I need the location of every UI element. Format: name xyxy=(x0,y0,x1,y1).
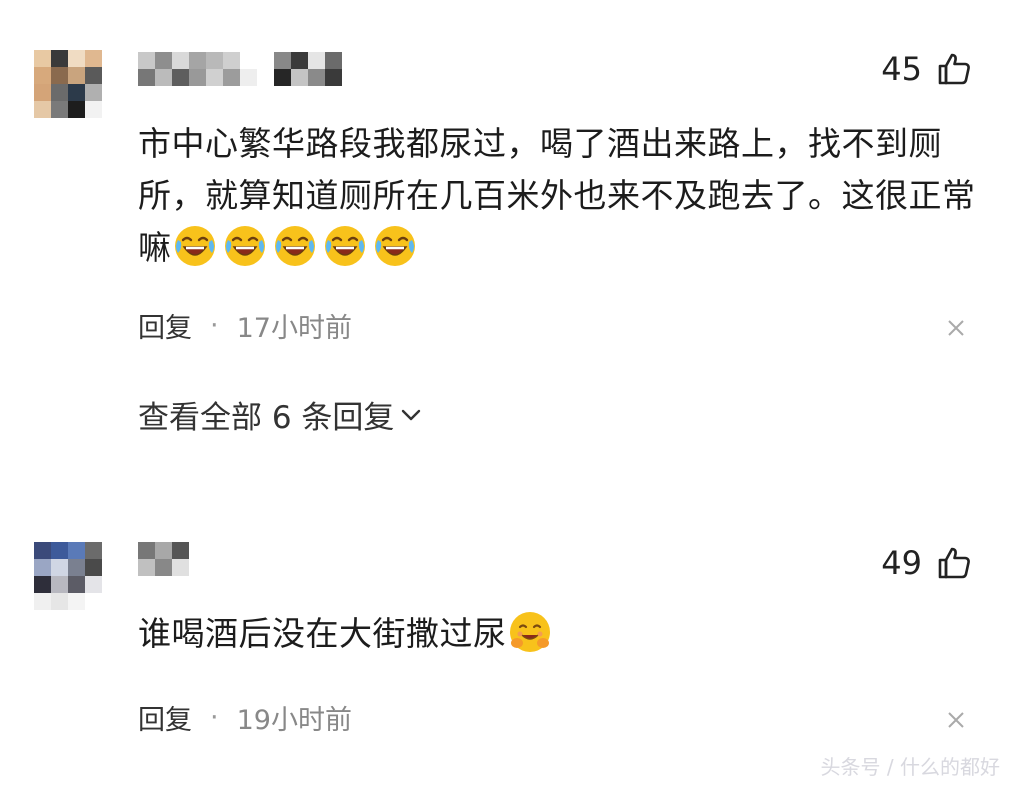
separator-dot: · xyxy=(210,702,219,733)
comment-text: 市中心繁华路段我都尿过，喝了酒出来路上，找不到厕所，就算知道厕所在几百米外也来不… xyxy=(138,124,976,267)
username-blurred[interactable] xyxy=(138,542,189,576)
close-icon[interactable] xyxy=(946,318,966,338)
laughing-crying-emoji xyxy=(324,226,365,266)
avatar[interactable] xyxy=(34,542,102,610)
comment-text: 谁喝酒后没在大街撒过尿 xyxy=(138,608,988,660)
like-count: 45 xyxy=(881,50,922,88)
timestamp: 19小时前 xyxy=(236,705,352,736)
separator-dot: · xyxy=(210,310,219,341)
chevron-down-icon xyxy=(402,409,421,420)
emoji-group xyxy=(172,226,422,267)
comment-meta: 回复 · 19小时前 xyxy=(138,698,352,737)
laughing-crying-emoji xyxy=(224,226,265,266)
like-area: 45 xyxy=(881,50,972,88)
close-icon[interactable] xyxy=(946,710,966,730)
username-blurred[interactable] xyxy=(138,52,342,86)
view-all-replies-button[interactable]: 查看全部 6 条回复 xyxy=(138,392,422,437)
comment-meta: 回复 · 17小时前 xyxy=(138,306,352,345)
hugging-face-emoji xyxy=(509,612,550,652)
laughing-crying-emoji xyxy=(274,226,315,266)
thumbs-up-icon[interactable] xyxy=(936,51,972,87)
reply-button[interactable]: 回复 xyxy=(138,306,192,345)
laughing-crying-emoji xyxy=(174,226,215,266)
avatar[interactable] xyxy=(34,50,102,118)
like-area: 49 xyxy=(881,544,972,582)
timestamp: 17小时前 xyxy=(236,313,352,344)
reply-button[interactable]: 回复 xyxy=(138,698,192,737)
view-all-replies-label: 查看全部 6 条回复 xyxy=(138,400,395,436)
laughing-crying-emoji xyxy=(374,226,415,266)
like-count: 49 xyxy=(881,544,922,582)
thumbs-up-icon[interactable] xyxy=(936,545,972,581)
watermark: 头条号 / 什么的都好 xyxy=(820,755,1000,779)
